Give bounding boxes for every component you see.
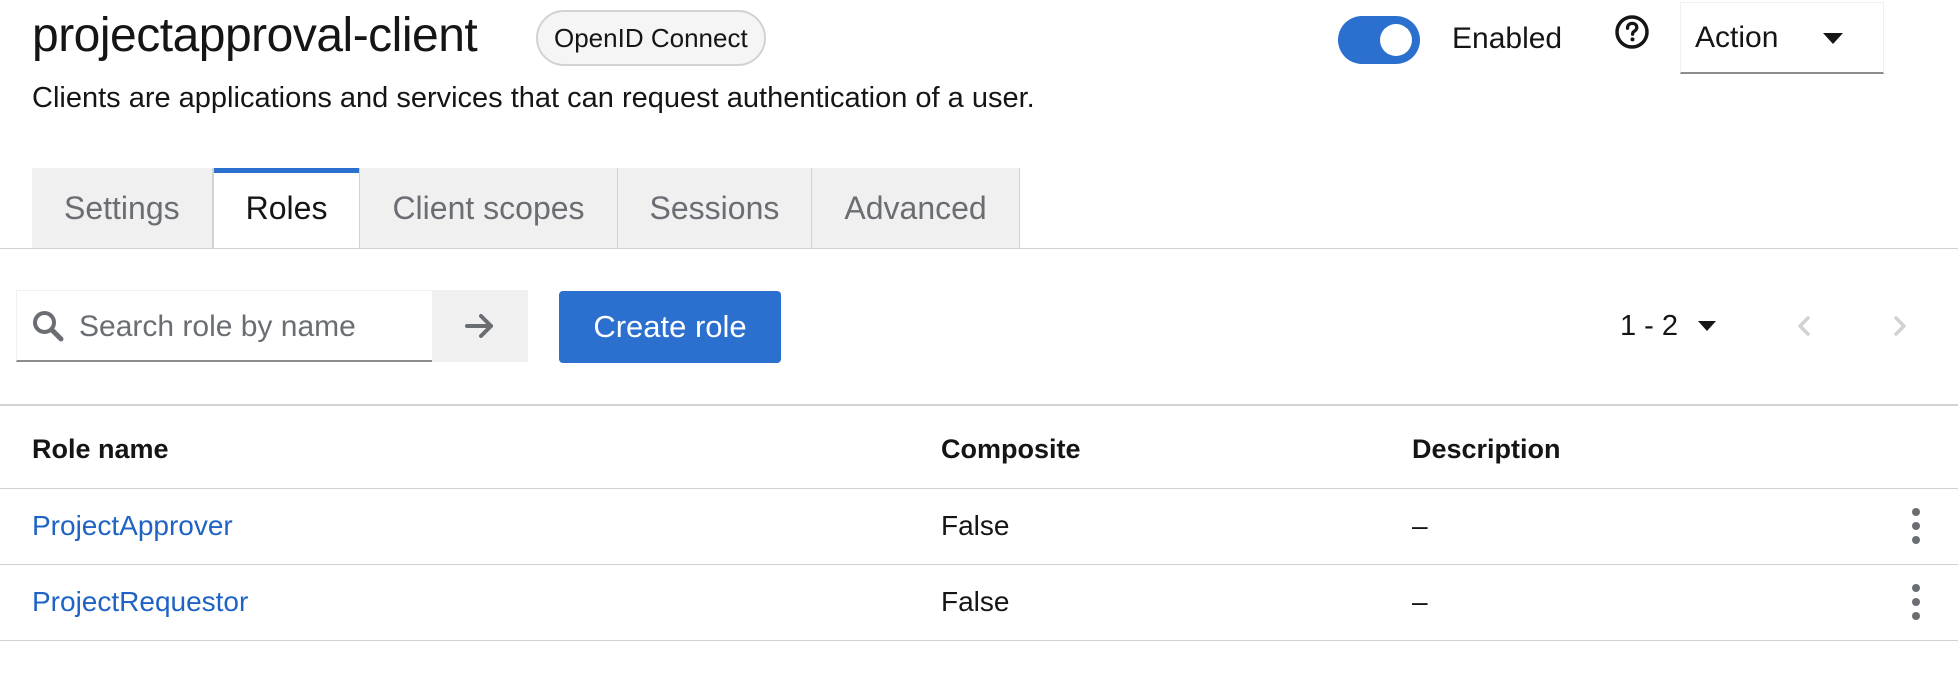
- row-divider: [0, 640, 1958, 641]
- action-dropdown-label: Action: [1695, 21, 1779, 54]
- search-input[interactable]: [79, 301, 419, 353]
- tab-client-scopes[interactable]: Client scopes: [360, 168, 618, 248]
- tab-bar: Settings Roles Client scopes Sessions Ad…: [32, 168, 1020, 248]
- kebab-menu-icon[interactable]: [1902, 582, 1930, 622]
- pagination-range: 1 - 2: [1620, 309, 1679, 342]
- page-title: projectapproval-client: [32, 9, 478, 62]
- chevron-right-icon[interactable]: [1886, 310, 1914, 342]
- column-header-description: Description: [1412, 434, 1561, 464]
- role-name-link[interactable]: ProjectApprover: [32, 510, 233, 542]
- row-divider: [0, 564, 1958, 565]
- header-divider: [0, 488, 1958, 489]
- toolbar-divider: [0, 404, 1958, 406]
- enabled-label: Enabled: [1452, 22, 1563, 55]
- role-name-link[interactable]: ProjectRequestor: [32, 586, 248, 618]
- search-submit-button[interactable]: [432, 290, 528, 362]
- tab-divider: [0, 248, 1958, 249]
- column-header-composite: Composite: [941, 434, 1081, 464]
- client-details-page: projectapproval-client OpenID Connect Cl…: [0, 0, 1958, 676]
- search-icon: [33, 311, 64, 342]
- caret-down-icon: [1823, 33, 1843, 44]
- search-box: [16, 290, 432, 362]
- column-header-role-name: Role name: [32, 434, 169, 464]
- arrow-right-icon: [465, 314, 493, 338]
- enabled-toggle[interactable]: [1338, 16, 1420, 64]
- pagination-toggle[interactable]: 1 - 2: [1620, 306, 1717, 346]
- caret-down-icon: [1698, 321, 1717, 331]
- composite-cell: False: [941, 586, 1010, 617]
- tab-sessions[interactable]: Sessions: [617, 168, 813, 248]
- kebab-menu-icon[interactable]: [1902, 506, 1930, 546]
- tab-roles[interactable]: Roles: [212, 168, 361, 248]
- tab-advanced[interactable]: Advanced: [812, 168, 1020, 248]
- page-subtitle: Clients are applications and services th…: [32, 82, 1035, 114]
- toggle-knob: [1380, 24, 1412, 56]
- create-role-button[interactable]: Create role: [559, 291, 781, 363]
- tab-settings[interactable]: Settings: [32, 168, 213, 248]
- description-cell: –: [1412, 510, 1428, 541]
- help-icon[interactable]: [1614, 14, 1650, 50]
- description-cell: –: [1412, 586, 1428, 617]
- protocol-badge: OpenID Connect: [536, 10, 766, 66]
- composite-cell: False: [941, 510, 1010, 541]
- action-dropdown[interactable]: Action: [1680, 2, 1884, 74]
- chevron-left-icon[interactable]: [1790, 310, 1818, 342]
